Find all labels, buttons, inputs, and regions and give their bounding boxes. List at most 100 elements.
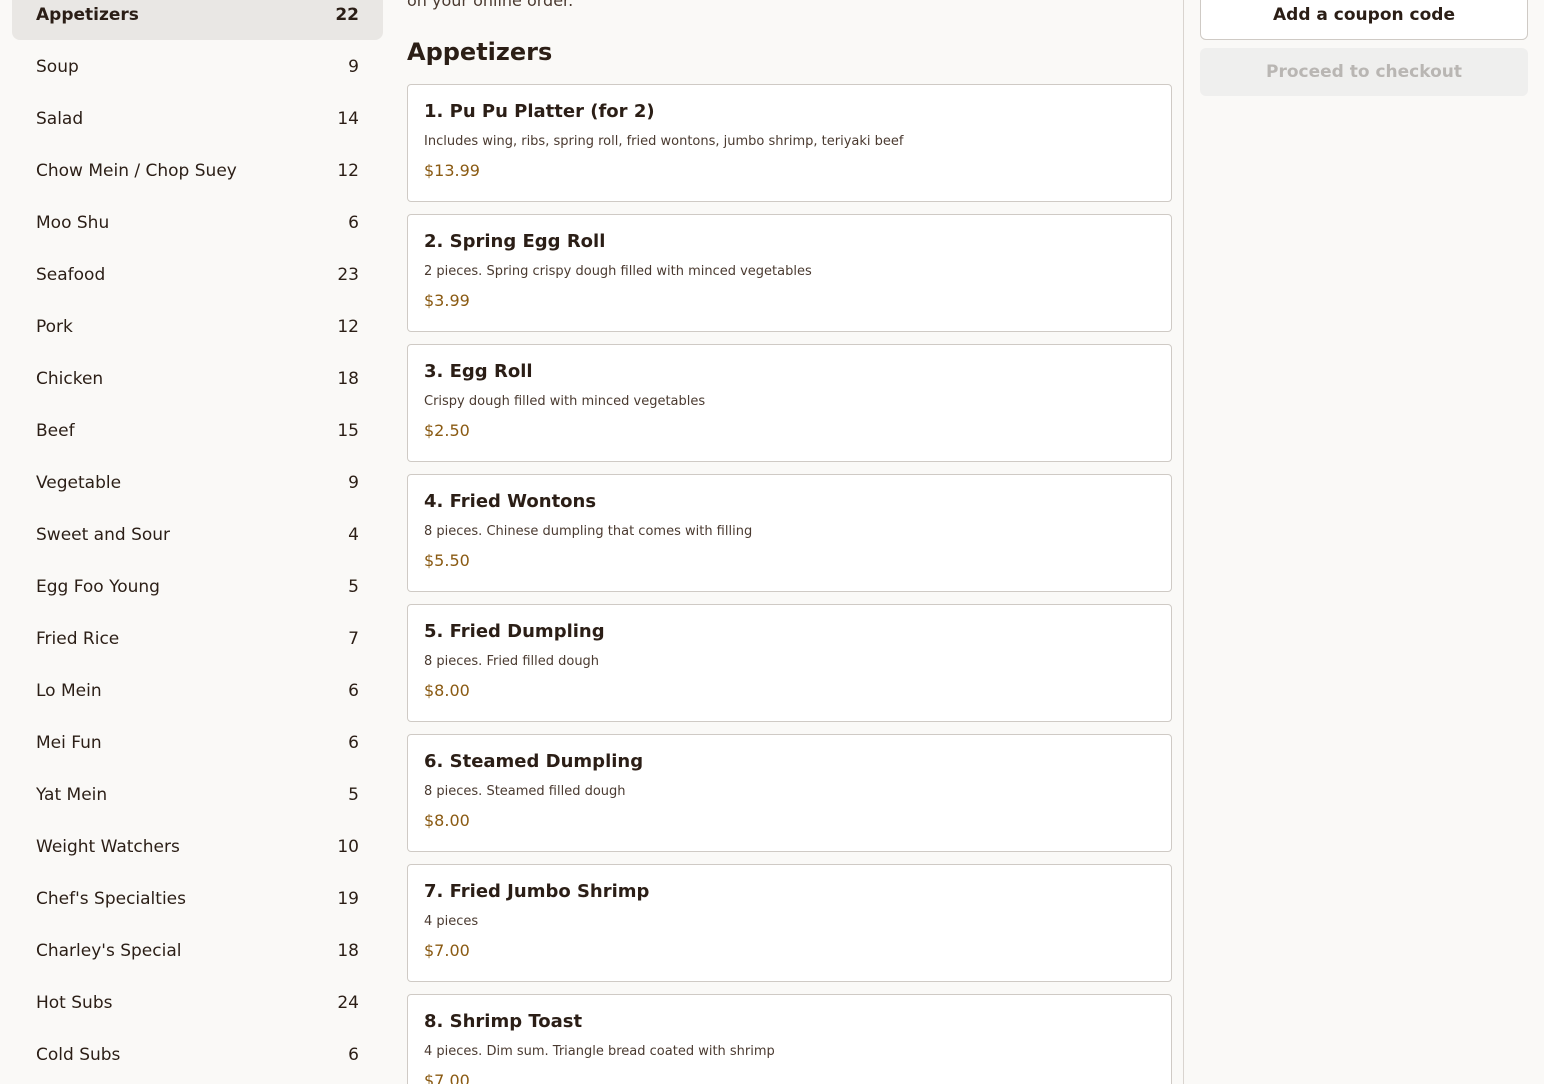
menu-item-name: 6. Steamed Dumpling (424, 751, 644, 772)
category-item-salad[interactable]: Salad 14 (12, 94, 383, 144)
menu-item-card[interactable]: 8. Shrimp Toast 4 pieces. Dim sum. Trian… (407, 994, 1172, 1084)
category-item-chow-mein[interactable]: Chow Mein / Chop Suey 12 (12, 146, 383, 196)
category-count: 23 (337, 265, 359, 285)
menu-item-name: 7. Fried Jumbo Shrimp (424, 881, 650, 902)
category-item-hot-subs[interactable]: Hot Subs 24 (12, 978, 383, 1028)
category-item-soup[interactable]: Soup 9 (12, 42, 383, 92)
menu-item-price: $2.50 (424, 421, 470, 440)
menu-item-list: 1. Pu Pu Platter (for 2) Includes wing, … (407, 84, 1172, 1084)
menu-item-name: 3. Egg Roll (424, 361, 533, 382)
category-item-pork[interactable]: Pork 12 (12, 302, 383, 352)
category-label: Sweet and Sour (36, 525, 171, 545)
category-item-yat-mein[interactable]: Yat Mein 5 (12, 770, 383, 820)
section-title: Appetizers (407, 38, 553, 66)
menu-item-description: 2 pieces. Spring crispy dough filled wit… (424, 264, 812, 279)
menu-item-card[interactable]: 2. Spring Egg Roll 2 pieces. Spring cris… (407, 214, 1172, 332)
category-count: 5 (348, 785, 359, 805)
category-label: Vegetable (36, 473, 122, 493)
category-label: Lo Mein (36, 681, 102, 701)
category-label: Chicken (36, 369, 104, 389)
category-label: Fried Rice (36, 629, 120, 649)
intro-text: on your online order. (407, 0, 574, 10)
category-item-beef[interactable]: Beef 15 (12, 406, 383, 456)
category-count: 12 (337, 161, 359, 181)
menu-item-card[interactable]: 5. Fried Dumpling 8 pieces. Fried filled… (407, 604, 1172, 722)
category-count: 9 (348, 473, 359, 493)
category-item-cold-subs[interactable]: Cold Subs 6 (12, 1030, 383, 1080)
category-count: 22 (335, 5, 359, 25)
category-count: 10 (337, 837, 359, 857)
category-count: 6 (348, 1045, 359, 1065)
proceed-to-checkout-button[interactable]: Proceed to checkout (1200, 48, 1528, 96)
category-label: Salad (36, 109, 84, 129)
category-item-moo-shu[interactable]: Moo Shu 6 (12, 198, 383, 248)
category-item-fried-rice[interactable]: Fried Rice 7 (12, 614, 383, 664)
category-label: Moo Shu (36, 213, 110, 233)
category-count: 18 (337, 941, 359, 961)
category-count: 15 (337, 421, 359, 441)
menu-item-description: 8 pieces. Steamed filled dough (424, 784, 626, 799)
menu-item-name: 1. Pu Pu Platter (for 2) (424, 101, 655, 122)
category-label: Mei Fun (36, 733, 102, 753)
menu-item-name: 2. Spring Egg Roll (424, 231, 606, 252)
menu-item-card[interactable]: 3. Egg Roll Crispy dough filled with min… (407, 344, 1172, 462)
category-item-weight-watchers[interactable]: Weight Watchers 10 (12, 822, 383, 872)
category-item-egg-foo-young[interactable]: Egg Foo Young 5 (12, 562, 383, 612)
category-label: Cold Subs (36, 1045, 121, 1065)
menu-item-card[interactable]: 4. Fried Wontons 8 pieces. Chinese dumpl… (407, 474, 1172, 592)
category-item-chefs-specialties[interactable]: Chef's Specialties 19 (12, 874, 383, 924)
category-count: 6 (348, 681, 359, 701)
column-divider (1183, 0, 1184, 1084)
category-count: 4 (348, 525, 359, 545)
menu-item-card[interactable]: 6. Steamed Dumpling 8 pieces. Steamed fi… (407, 734, 1172, 852)
category-item-appetizers[interactable]: Appetizers 22 (12, 0, 383, 40)
category-label: Hot Subs (36, 993, 113, 1013)
menu-item-card[interactable]: 7. Fried Jumbo Shrimp 4 pieces $7.00 (407, 864, 1172, 982)
category-item-sweet-and-sour[interactable]: Sweet and Sour 4 (12, 510, 383, 560)
category-label: Seafood (36, 265, 106, 285)
menu-item-description: 4 pieces. Dim sum. Triangle bread coated… (424, 1044, 775, 1059)
menu-item-description: Includes wing, ribs, spring roll, fried … (424, 134, 904, 149)
category-count: 19 (337, 889, 359, 909)
category-item-lo-mein[interactable]: Lo Mein 6 (12, 666, 383, 716)
category-label: Chow Mein / Chop Suey (36, 161, 237, 181)
category-item-seafood[interactable]: Seafood 23 (12, 250, 383, 300)
category-count: 9 (348, 57, 359, 77)
menu-item-description: Crispy dough filled with minced vegetabl… (424, 394, 706, 409)
menu-item-price: $3.99 (424, 291, 470, 310)
menu-page: Appetizers 22 Soup 9 Salad 14 Chow Mein … (0, 0, 1544, 1084)
category-count: 6 (348, 733, 359, 753)
menu-item-price: $8.00 (424, 681, 470, 700)
category-count: 6 (348, 213, 359, 233)
category-count: 12 (337, 317, 359, 337)
menu-item-price: $8.00 (424, 811, 470, 830)
category-item-mei-fun[interactable]: Mei Fun 6 (12, 718, 383, 768)
category-count: 5 (348, 577, 359, 597)
menu-item-price: $13.99 (424, 161, 480, 180)
menu-item-card[interactable]: 1. Pu Pu Platter (for 2) Includes wing, … (407, 84, 1172, 202)
category-count: 18 (337, 369, 359, 389)
menu-item-description: 8 pieces. Chinese dumpling that comes wi… (424, 524, 753, 539)
menu-item-name: 5. Fried Dumpling (424, 621, 605, 642)
category-count: 7 (348, 629, 359, 649)
menu-item-price: $7.00 (424, 941, 470, 960)
menu-item-price: $7.00 (424, 1071, 470, 1084)
category-label: Beef (36, 421, 75, 441)
category-label: Appetizers (36, 5, 139, 25)
category-label: Weight Watchers (36, 837, 180, 857)
category-item-vegetable[interactable]: Vegetable 9 (12, 458, 383, 508)
menu-item-name: 4. Fried Wontons (424, 491, 597, 512)
category-label: Egg Foo Young (36, 577, 160, 597)
category-label: Pork (36, 317, 73, 337)
category-label: Yat Mein (36, 785, 108, 805)
category-label: Soup (36, 57, 79, 77)
category-label: Chef's Specialties (36, 889, 186, 909)
category-label: Charley's Special (36, 941, 182, 961)
menu-item-description: 4 pieces (424, 914, 479, 929)
category-count: 14 (337, 109, 359, 129)
category-item-chicken[interactable]: Chicken 18 (12, 354, 383, 404)
add-coupon-button[interactable]: Add a coupon code (1200, 0, 1528, 40)
category-count: 24 (337, 993, 359, 1013)
category-sidebar: Appetizers 22 Soup 9 Salad 14 Chow Mein … (12, 0, 383, 1082)
category-item-charleys-special[interactable]: Charley's Special 18 (12, 926, 383, 976)
